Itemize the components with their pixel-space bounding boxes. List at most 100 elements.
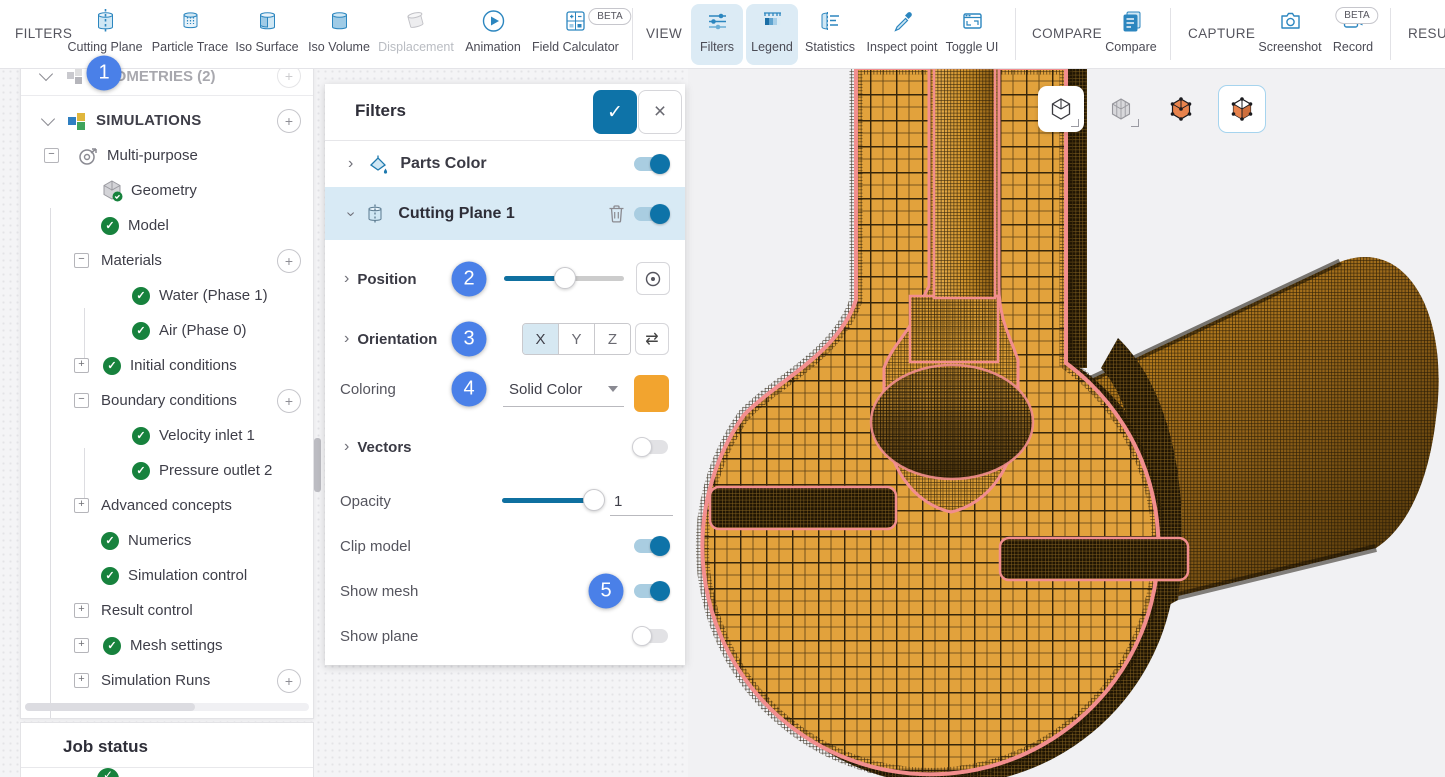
clip-model-row: Clip model bbox=[325, 524, 685, 568]
multi-purpose-icon bbox=[77, 145, 99, 167]
simulation-tree-panel: GEOMETRIES (2) + SIMULATIONS + − Mult bbox=[20, 66, 314, 719]
tree-item-simulation-control[interactable]: ✓ Simulation control bbox=[21, 558, 313, 593]
default-view-button[interactable] bbox=[1038, 86, 1084, 132]
toolbar-displacement-button: Displacement bbox=[373, 7, 459, 54]
valve-cross-section-model bbox=[688, 68, 1445, 777]
particle-trace-icon bbox=[147, 7, 233, 37]
tree-item-multi-purpose[interactable]: − Multi-purpose bbox=[21, 138, 313, 173]
collapse-box[interactable]: − bbox=[74, 253, 89, 268]
tree-item-model[interactable]: ✓ Model bbox=[21, 208, 313, 243]
beta-badge-record: BETA bbox=[1335, 7, 1378, 24]
position-reset-button[interactable] bbox=[636, 262, 670, 295]
tree-item-materials[interactable]: − Materials + bbox=[21, 243, 313, 278]
chevron-down-icon[interactable] bbox=[608, 386, 618, 392]
expand-box[interactable]: + bbox=[74, 673, 89, 688]
mesh-view-button[interactable] bbox=[1098, 86, 1144, 132]
toolbar-compare-button[interactable]: Compare bbox=[1088, 7, 1174, 54]
opacity-value-field[interactable]: 1 bbox=[614, 493, 622, 510]
apply-button[interactable]: ✓ bbox=[593, 90, 637, 134]
solid-mesh-view-button[interactable] bbox=[1218, 85, 1266, 133]
add-boundary-condition-button[interactable]: + bbox=[277, 389, 301, 413]
chevron-right-icon[interactable]: › bbox=[344, 330, 349, 348]
tree-item-air-phase-0[interactable]: ✓ Air (Phase 0) bbox=[21, 313, 313, 348]
tree-item-initial-conditions[interactable]: + ✓ Initial conditions bbox=[21, 348, 313, 383]
job-success-icon: ✓ bbox=[97, 768, 119, 777]
check-icon: ✓ bbox=[101, 532, 119, 550]
close-button[interactable]: × bbox=[638, 90, 682, 134]
show-plane-toggle[interactable] bbox=[634, 629, 668, 643]
cutting-plane-icon bbox=[365, 203, 386, 225]
panel-scrollbar-thumb[interactable] bbox=[314, 438, 321, 492]
section-label-view: VIEW bbox=[646, 26, 682, 41]
tree-item-numerics[interactable]: ✓ Numerics bbox=[21, 523, 313, 558]
clip-model-toggle[interactable] bbox=[634, 539, 668, 553]
toolbar-animation-button[interactable]: Animation bbox=[450, 7, 536, 54]
chevron-down-icon[interactable]: › bbox=[342, 211, 360, 216]
solid-color-swatch[interactable] bbox=[634, 375, 669, 412]
tree-item-mesh-settings[interactable]: + ✓ Mesh settings bbox=[21, 628, 313, 663]
tree-item-pressure-outlet-2[interactable]: ✓ Pressure outlet 2 bbox=[21, 453, 313, 488]
check-icon: ✓ bbox=[132, 427, 150, 445]
beta-badge-field-calculator: BETA bbox=[588, 8, 631, 25]
expand-box[interactable]: + bbox=[74, 638, 89, 653]
tree-item-water-phase-1[interactable]: ✓ Water (Phase 1) bbox=[21, 278, 313, 313]
toolbar-cutting-plane-button[interactable]: Cutting Plane bbox=[62, 7, 148, 54]
tree-item-geometries-clipped[interactable]: GEOMETRIES (2) + bbox=[21, 67, 313, 96]
tree-item-geometry[interactable]: Geometry bbox=[21, 173, 313, 208]
tree-item-advanced-concepts[interactable]: + Advanced concepts bbox=[21, 488, 313, 523]
chevron-down-icon bbox=[39, 67, 53, 81]
tree-item-simulations[interactable]: SIMULATIONS + bbox=[21, 103, 313, 138]
add-simulation-run-button[interactable]: + bbox=[277, 669, 301, 693]
expand-box[interactable]: + bbox=[74, 358, 89, 373]
valve-plug-dome bbox=[871, 365, 1033, 479]
toolbar-particle-trace-button[interactable]: Particle Trace bbox=[147, 7, 233, 54]
toolbar-iso-volume-button[interactable]: Iso Volume bbox=[296, 7, 382, 54]
tree-item-boundary-conditions[interactable]: − Boundary conditions + bbox=[21, 383, 313, 418]
flip-orientation-button[interactable]: ⇄ bbox=[635, 323, 669, 355]
vectors-toggle[interactable] bbox=[634, 440, 668, 454]
parts-color-row[interactable]: › Parts Color bbox=[325, 140, 685, 188]
parts-color-toggle[interactable] bbox=[634, 157, 668, 171]
opacity-slider[interactable] bbox=[502, 498, 602, 503]
job-status-panel: Job status ✓ bbox=[20, 722, 314, 777]
coloring-select-value[interactable]: Solid Color bbox=[509, 381, 582, 398]
add-material-button[interactable]: + bbox=[277, 249, 301, 273]
toolbar-toggle-ui-button[interactable]: Toggle UI bbox=[929, 7, 1015, 54]
filters-panel-header: Filters ✓ × bbox=[325, 84, 685, 141]
cutting-plane-1-row[interactable]: › Cutting Plane 1 bbox=[325, 187, 685, 240]
3d-viewport[interactable] bbox=[688, 68, 1445, 777]
chevron-right-icon[interactable]: › bbox=[344, 270, 349, 288]
view-orientation-toolbar bbox=[1038, 85, 1266, 133]
valve-spindle bbox=[934, 68, 995, 298]
toolbar-divider bbox=[1170, 8, 1171, 60]
delete-trash-icon[interactable] bbox=[608, 204, 625, 223]
toolbar-divider bbox=[1390, 8, 1391, 60]
show-mesh-row: Show mesh bbox=[325, 569, 685, 613]
chevron-right-icon[interactable]: › bbox=[348, 155, 353, 173]
filters-sliders-icon bbox=[691, 7, 743, 37]
show-mesh-toggle[interactable] bbox=[634, 584, 668, 598]
cutting-plane-toggle[interactable] bbox=[634, 207, 668, 221]
chevron-right-icon[interactable]: › bbox=[344, 438, 349, 456]
axis-y-button[interactable]: Y bbox=[559, 324, 595, 354]
tree-item-simulation-runs[interactable]: + Simulation Runs + bbox=[21, 663, 313, 698]
expand-box[interactable]: + bbox=[74, 498, 89, 513]
add-simulation-button[interactable]: + bbox=[277, 109, 301, 133]
add-geometry-button[interactable]: + bbox=[277, 67, 301, 88]
step-badge-4: 4 bbox=[452, 372, 487, 407]
collapse-box[interactable]: − bbox=[74, 393, 89, 408]
opacity-value-underline bbox=[610, 515, 673, 516]
orientation-row: › Orientation X Y Z ⇄ bbox=[325, 317, 685, 361]
expand-box[interactable]: + bbox=[74, 603, 89, 618]
position-slider[interactable] bbox=[504, 276, 624, 281]
tree-horizontal-scrollbar[interactable] bbox=[25, 703, 309, 711]
solid-view-button[interactable] bbox=[1158, 86, 1204, 132]
tree-item-velocity-inlet-1[interactable]: ✓ Velocity inlet 1 bbox=[21, 418, 313, 453]
view-expand-mark bbox=[1131, 119, 1139, 127]
displacement-icon bbox=[373, 7, 459, 37]
toolbar-filters-button[interactable]: Filters bbox=[691, 4, 743, 65]
tree-item-result-control[interactable]: + Result control bbox=[21, 593, 313, 628]
collapse-box[interactable]: − bbox=[44, 148, 59, 163]
axis-x-button[interactable]: X bbox=[523, 324, 559, 354]
axis-z-button[interactable]: Z bbox=[595, 324, 630, 354]
